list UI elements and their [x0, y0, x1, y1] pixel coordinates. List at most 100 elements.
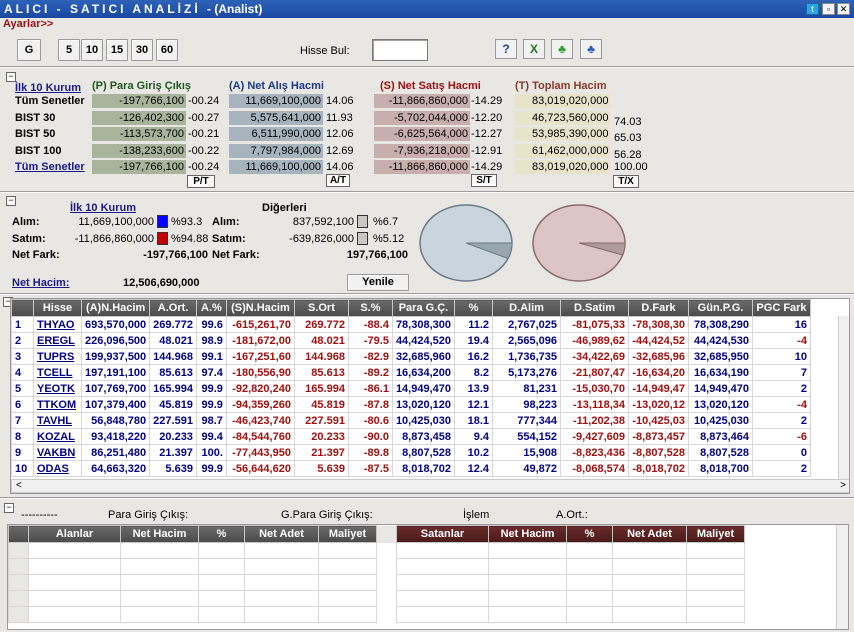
broker-scrollbar[interactable] — [836, 525, 848, 629]
table-cell: 5,173,276 — [492, 364, 561, 381]
period-button-30[interactable]: 30 — [131, 39, 153, 61]
scroll-left-icon[interactable]: < — [16, 480, 22, 491]
collapse-summary-icon[interactable]: − — [6, 72, 16, 82]
column-header[interactable]: S.Ort — [293, 299, 349, 317]
buyers-column-header[interactable]: Net Hacim — [120, 525, 199, 543]
table-cell[interactable]: THYAO — [33, 316, 82, 333]
buyers-column-header[interactable]: Alanlar — [28, 525, 121, 543]
column-header[interactable]: D.Fark — [628, 299, 689, 317]
column-header[interactable]: Hisse — [33, 299, 82, 317]
column-header[interactable]: D.Alim — [492, 299, 561, 317]
refresh-button[interactable]: Yenile — [347, 274, 409, 291]
buyers-column-header[interactable]: Maliyet — [318, 525, 377, 543]
table-cell: 554,152 — [492, 428, 561, 445]
column-header[interactable]: A.Ort. — [149, 299, 197, 317]
table-row[interactable] — [8, 574, 745, 591]
period-button-g[interactable]: G — [17, 39, 41, 61]
table-row[interactable]: 2 EREGL 226,096,500 48.021 98.9 -181,672,00 48… — [11, 332, 811, 349]
table-row[interactable]: 10 ODAS 64,663,320 5.639 99.9 -56,644,620 5.63… — [11, 460, 811, 477]
table-cell[interactable]: EREGL — [33, 332, 82, 349]
at-button[interactable]: A/T — [326, 174, 350, 187]
table-row[interactable] — [8, 542, 745, 559]
period-button-15[interactable]: 15 — [106, 39, 128, 61]
table-row[interactable]: 5 YEOTK 107,769,700 165.994 99.9 -92,820,240 1… — [11, 380, 811, 397]
period-button-5[interactable]: 5 — [58, 39, 80, 61]
restore-icon[interactable]: ▫ — [822, 3, 835, 15]
settings-menu[interactable]: Ayarlar>> — [3, 18, 53, 30]
table-row[interactable] — [8, 558, 745, 575]
sellers-column-header[interactable]: Maliyet — [686, 525, 745, 543]
scroll-right-icon[interactable]: > — [840, 480, 846, 491]
stock-search-input[interactable] — [372, 39, 428, 61]
sellers-column-header[interactable]: Net Hacim — [488, 525, 567, 543]
column-header[interactable]: Gün.P.G. — [688, 299, 753, 317]
column-header[interactable]: (S)N.Hacim — [225, 299, 295, 317]
period-button-60[interactable]: 60 — [156, 39, 178, 61]
st-button[interactable]: S/T — [471, 174, 497, 187]
collapse-middle-icon[interactable]: − — [6, 196, 16, 206]
table-row[interactable]: 6 TTKOM 107,379,400 45.819 99.9 -94,359,260 45… — [11, 396, 811, 413]
column-header[interactable]: Para G.Ç. — [391, 299, 456, 317]
table-cell[interactable]: TCELL — [33, 364, 82, 381]
table-row[interactable]: 7 TAVHL 56,848,780 227.591 98.7 -46,423,740 22… — [11, 412, 811, 429]
column-header[interactable] — [11, 299, 34, 317]
table-cell — [396, 574, 489, 591]
tx-button[interactable]: T/X — [613, 175, 639, 188]
summary-row-name[interactable]: Tüm Senetler — [15, 161, 85, 173]
group-blue-icon[interactable]: ♣ — [580, 39, 602, 59]
group-green-icon[interactable]: ♣ — [551, 39, 573, 59]
excel-icon[interactable]: X — [523, 39, 545, 59]
table-cell: -167,251,60 — [225, 348, 295, 365]
table-cell: 197,191,100 — [80, 364, 151, 381]
column-header[interactable]: D.Satim — [560, 299, 629, 317]
net-hacim-value: 12,506,690,000 — [123, 277, 200, 289]
table-cell — [318, 590, 377, 607]
table-cell — [396, 590, 489, 607]
pt-button[interactable]: P/T — [187, 175, 215, 188]
table-cell[interactable]: TUPRS — [33, 348, 82, 365]
middle-top10-link[interactable]: İlk 10 Kurum — [70, 202, 136, 214]
table-row[interactable]: 9 VAKBN 86,251,480 21.397 100. -77,443,950 21.… — [11, 444, 811, 461]
para-pct: -00.24 — [188, 95, 220, 107]
table-row[interactable]: 8 KOZAL 93,418,220 20.233 99.4 -84,544,760 20.… — [11, 428, 811, 445]
top10-alim: 11,669,100,000 — [78, 216, 154, 228]
table-cell: 81,231 — [492, 380, 561, 397]
buyers-column-header[interactable]: Net Adet — [244, 525, 319, 543]
table-cell[interactable]: VAKBN — [33, 444, 82, 461]
row-indicator — [8, 542, 29, 559]
column-header[interactable]: S.% — [347, 299, 393, 317]
collapse-bottom-icon[interactable]: − — [4, 503, 14, 513]
table-row[interactable]: 1 THYAO 693,570,000 269.772 99.6 -615,261,70 2… — [11, 316, 811, 333]
sellers-column-header[interactable]: % — [566, 525, 613, 543]
close-icon[interactable]: ✕ — [837, 3, 850, 15]
table-row[interactable] — [8, 606, 745, 623]
table-cell[interactable]: YEOTK — [33, 380, 82, 397]
vertical-scrollbar[interactable] — [838, 316, 849, 479]
table-row[interactable]: 4 TCELL 197,191,100 85.613 97.4 -180,556,90 85… — [11, 364, 811, 381]
table-cell[interactable]: TTKOM — [33, 396, 82, 413]
column-header[interactable]: PGC Fark — [752, 299, 811, 317]
table-cell: 44,424,520 — [391, 332, 456, 349]
horizontal-scrollbar[interactable]: < > — [11, 479, 849, 493]
column-header[interactable]: A.% — [195, 299, 227, 317]
table-cell: 8 — [11, 428, 34, 445]
sellers-column-header[interactable]: Satanlar — [396, 525, 489, 543]
table-cell: -16,634,20 — [628, 364, 689, 381]
period-button-10[interactable]: 10 — [81, 39, 103, 61]
table-cell[interactable]: ODAS — [33, 460, 82, 477]
table-row[interactable] — [8, 590, 745, 607]
twitter-icon[interactable]: t — [806, 3, 819, 15]
table-cell[interactable]: TAVHL — [33, 412, 82, 429]
column-header[interactable]: (A)N.Hacim — [80, 299, 151, 317]
table-row[interactable]: 3 TUPRS 199,937,500 144.968 99.1 -167,251,60 1… — [11, 348, 811, 365]
toplam-bar: 83,019,020,000 — [514, 160, 610, 174]
table-cell[interactable]: KOZAL — [33, 428, 82, 445]
para-bar: -126,402,300 — [92, 111, 186, 125]
buyers-column-header[interactable]: % — [198, 525, 245, 543]
sellers-column-header[interactable]: Net Adet — [612, 525, 687, 543]
top10-link[interactable]: İlk 10 Kurum — [15, 82, 81, 94]
column-header[interactable]: % — [454, 299, 493, 317]
table-cell: 48.021 — [149, 332, 197, 349]
help-icon[interactable]: ? — [495, 39, 517, 59]
table-cell: 48.021 — [293, 332, 349, 349]
